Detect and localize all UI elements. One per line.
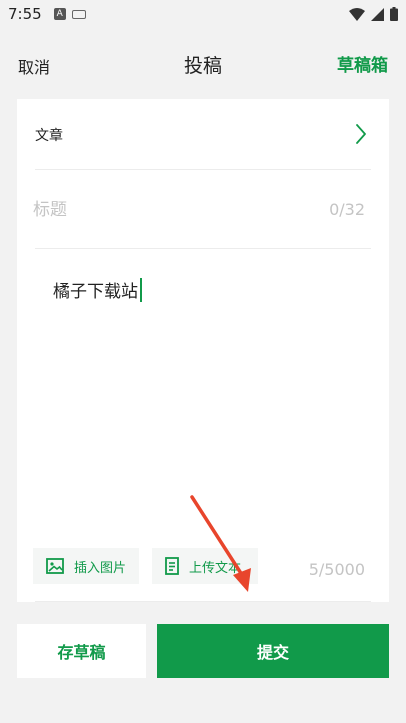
category-selector[interactable]: 文章 — [17, 99, 389, 169]
wifi-icon — [349, 7, 365, 21]
document-icon — [165, 557, 179, 575]
chevron-right-icon — [356, 124, 366, 144]
status-time: 7:55 — [8, 5, 42, 23]
body-text: 橘子下载站 — [53, 282, 138, 302]
insert-image-button[interactable]: 插入图片 — [33, 548, 139, 584]
divider — [35, 248, 371, 249]
image-icon — [46, 558, 64, 574]
status-bar: 7:55 A — [0, 0, 406, 28]
divider — [35, 169, 371, 170]
submit-button[interactable]: 提交 — [157, 624, 389, 678]
upload-text-label: 上传文本 — [189, 560, 242, 576]
body-text-area[interactable]: 橘子下载站 — [53, 277, 142, 302]
title-input[interactable] — [33, 195, 313, 225]
body-char-count: 5/5000 — [308, 560, 365, 579]
title-char-count: 0/32 — [329, 200, 365, 219]
insert-image-label: 插入图片 — [74, 560, 127, 576]
post-form-card: 文章 0/32 橘子下载站 插入图片 上传文 — [17, 99, 389, 602]
upload-text-button[interactable]: 上传文本 — [152, 548, 258, 584]
keyboard-icon — [71, 9, 86, 19]
header: 取消 投稿 草稿箱 — [0, 40, 406, 88]
category-label: 文章 — [35, 128, 63, 144]
cancel-button[interactable]: 取消 — [18, 54, 50, 78]
status-icons — [349, 7, 398, 21]
a-notification-icon: A — [53, 8, 66, 20]
divider — [35, 601, 371, 602]
battery-icon — [390, 7, 398, 21]
save-draft-button[interactable]: 存草稿 — [17, 624, 146, 678]
text-caret — [140, 277, 142, 302]
drafts-button[interactable]: 草稿箱 — [337, 51, 388, 76]
signal-icon — [371, 7, 384, 21]
